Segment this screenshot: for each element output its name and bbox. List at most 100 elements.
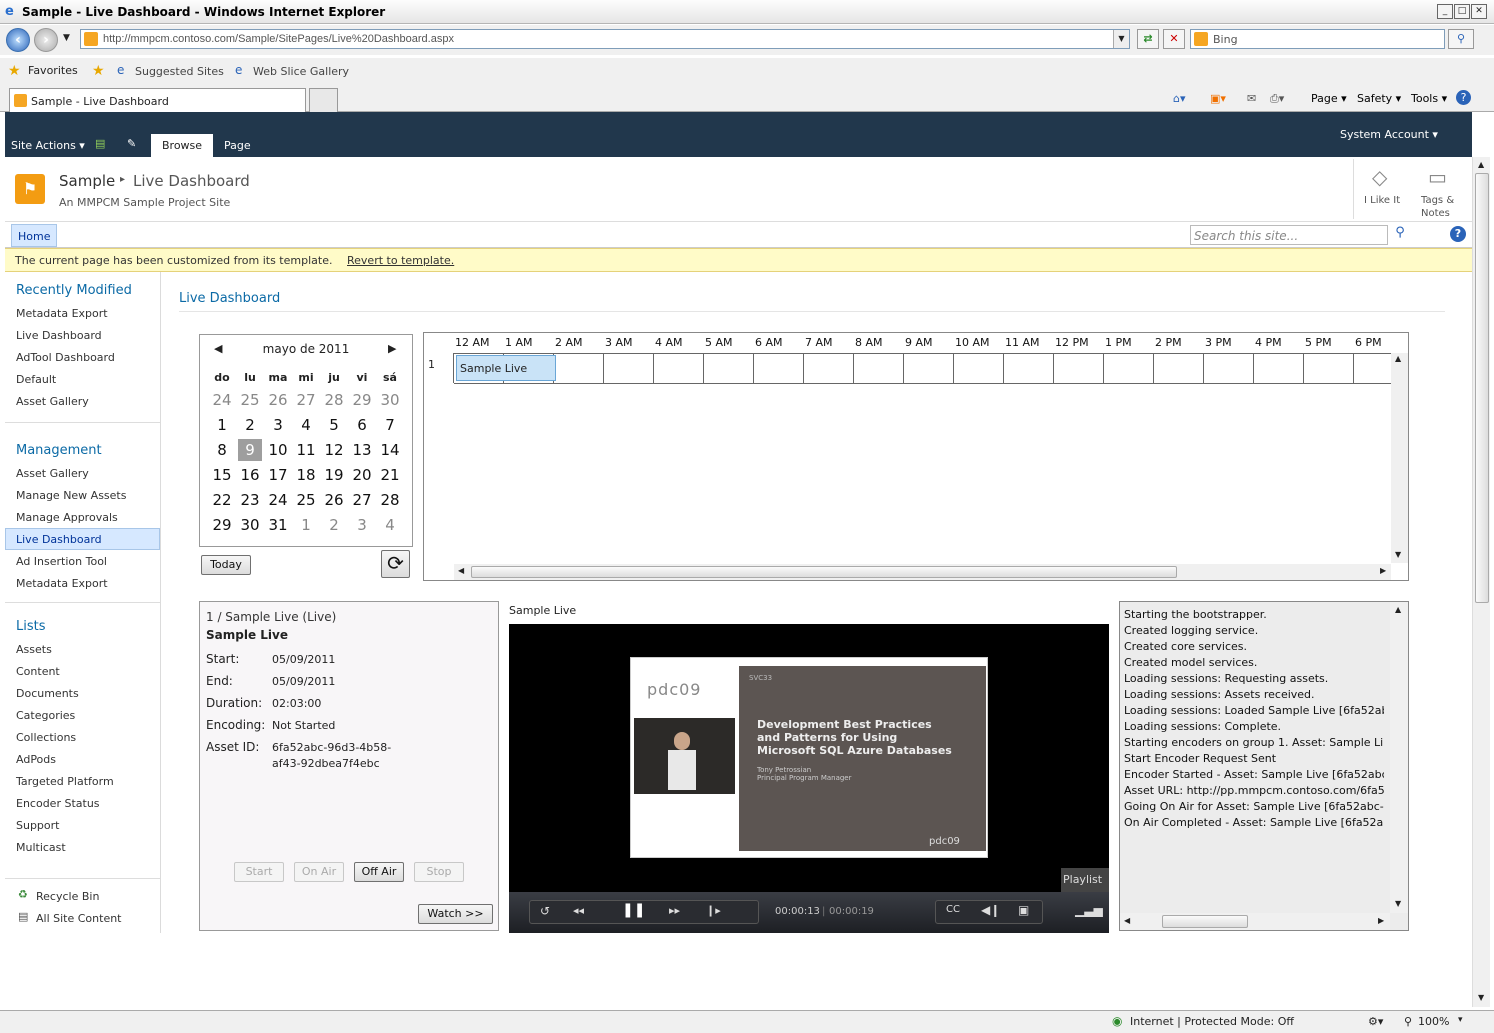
list-item-adpods[interactable]: AdPods	[16, 753, 56, 766]
timeline-cell[interactable]	[1154, 353, 1204, 383]
timeline-cell[interactable]	[804, 353, 854, 383]
nav-home[interactable]: Home	[11, 224, 58, 247]
safety-menu[interactable]: Safety ▾	[1357, 92, 1401, 105]
off-air-button[interactable]: Off Air	[354, 862, 404, 882]
lists-heading[interactable]: Lists	[16, 619, 46, 634]
tab-browse[interactable]: Browse	[151, 134, 214, 157]
edit-page-icon[interactable]: ✎	[127, 137, 136, 150]
timeline-cell[interactable]	[1104, 353, 1154, 383]
today-button[interactable]: Today	[201, 555, 251, 575]
tools-menu[interactable]: Tools ▾	[1411, 92, 1447, 105]
recent-item-metadata-export[interactable]: Metadata Export	[16, 307, 108, 320]
calendar-day[interactable]: 1	[294, 514, 318, 536]
calendar-day[interactable]: 28	[322, 389, 346, 411]
tags-label[interactable]: Tags &	[1421, 195, 1454, 206]
stop-icon[interactable]: ✕	[1163, 29, 1185, 49]
calendar-day[interactable]: 29	[350, 389, 374, 411]
history-dropdown-icon[interactable]: ▼	[63, 33, 70, 43]
calendar-day[interactable]: 17	[266, 464, 290, 486]
revert-template-link[interactable]: Revert to template.	[347, 254, 454, 267]
playlist-button[interactable]: Playlist	[1061, 868, 1109, 892]
calendar-day[interactable]: 18	[294, 464, 318, 486]
list-item-documents[interactable]: Documents	[16, 687, 79, 700]
calendar-day[interactable]: 6	[350, 414, 374, 436]
volume-icon[interactable]: ◀❙	[981, 903, 1000, 917]
stop-button[interactable]: Stop	[414, 862, 464, 882]
calendar-day[interactable]: 19	[322, 464, 346, 486]
list-item-support[interactable]: Support	[16, 819, 59, 832]
suggested-sites-link[interactable]: Suggested Sites	[135, 65, 224, 78]
mgmt-item-manage-new-assets[interactable]: Manage New Assets	[16, 489, 126, 502]
calendar-day[interactable]: 8	[210, 439, 234, 461]
calendar-day[interactable]: 30	[378, 389, 402, 411]
management-heading[interactable]: Management	[16, 443, 102, 458]
back-arrow-icon[interactable]: ‹	[6, 28, 30, 52]
log-hscroll[interactable]: ◀ ▶	[1120, 913, 1390, 930]
log-scroll-left-icon[interactable]: ◀	[1124, 916, 1130, 925]
print-icon[interactable]: ⎙▾	[1270, 92, 1284, 106]
url-input[interactable]: http://mmpcm.contoso.com/Sample/SitePage…	[80, 29, 1130, 49]
navigate-up-icon[interactable]: ▤	[95, 137, 105, 150]
video-player[interactable]: pdc09 SVC33 Development Best Practices a…	[509, 624, 1109, 933]
web-slice-gallery-link[interactable]: Web Slice Gallery	[253, 65, 349, 78]
refresh-calendar-icon[interactable]: ⟳	[381, 550, 410, 578]
calendar-day[interactable]: 16	[238, 464, 262, 486]
page-scroll-up-icon[interactable]: ▲	[1478, 160, 1484, 169]
search-icon[interactable]: ⚲	[1448, 29, 1474, 49]
minimize-button[interactable]: _	[1437, 4, 1453, 19]
calendar-day[interactable]: 26	[266, 389, 290, 411]
timeline-cell[interactable]	[1004, 353, 1054, 383]
mgmt-item-metadata-export[interactable]: Metadata Export	[16, 577, 108, 590]
zoom-level[interactable]: 100%	[1418, 1015, 1449, 1028]
recent-item-default[interactable]: Default	[16, 373, 56, 386]
next-month-icon[interactable]: ▶	[388, 342, 396, 355]
scroll-right-icon[interactable]: ▶	[1380, 566, 1386, 575]
scroll-up-icon[interactable]: ▲	[1395, 354, 1401, 363]
timeline-cell[interactable]	[854, 353, 904, 383]
mail-icon[interactable]: ✉	[1247, 92, 1256, 105]
recent-item-asset-gallery[interactable]: Asset Gallery	[16, 395, 89, 408]
timeline-cell[interactable]	[904, 353, 954, 383]
scroll-left-icon[interactable]: ◀	[458, 566, 464, 575]
list-item-content[interactable]: Content	[16, 665, 60, 678]
refresh-icon[interactable]: ⇄	[1137, 29, 1159, 49]
user-menu[interactable]: System Account ▾	[1340, 128, 1438, 141]
close-button[interactable]: ✕	[1471, 4, 1487, 19]
home-icon[interactable]: ⌂▾	[1173, 92, 1186, 105]
mgmt-item-live-dashboard[interactable]: Live Dashboard	[16, 533, 102, 546]
timeline-cell[interactable]	[704, 353, 754, 383]
tags-notes-icon[interactable]: ▭	[1428, 165, 1447, 189]
mgmt-item-asset-gallery[interactable]: Asset Gallery	[16, 467, 89, 480]
calendar-day[interactable]: 28	[378, 489, 402, 511]
list-item-multicast[interactable]: Multicast	[16, 841, 66, 854]
favorites-button[interactable]: Favorites	[28, 64, 78, 77]
timeline-cell[interactable]	[604, 353, 654, 383]
rewind-icon[interactable]: ◂◂	[573, 904, 584, 917]
calendar-day[interactable]: 1	[210, 414, 234, 436]
calendar-day[interactable]: 10	[266, 439, 290, 461]
calendar-day[interactable]: 20	[350, 464, 374, 486]
tab-page[interactable]: Page	[213, 134, 262, 157]
calendar-day[interactable]: 4	[378, 514, 402, 536]
recently-modified-heading[interactable]: Recently Modified	[16, 283, 132, 298]
calendar-day[interactable]: 22	[210, 489, 234, 511]
calendar-day[interactable]: 15	[210, 464, 234, 486]
timeline-cell[interactable]	[1254, 353, 1304, 383]
timeline-cell[interactable]	[954, 353, 1004, 383]
forward-arrow-icon[interactable]: ›	[34, 28, 58, 52]
timeline-cell[interactable]	[554, 353, 604, 383]
recent-item-live-dashboard[interactable]: Live Dashboard	[16, 329, 102, 342]
start-button[interactable]: Start	[234, 862, 284, 882]
calendar-day[interactable]: 30	[238, 514, 262, 536]
scroll-down-icon[interactable]: ▼	[1395, 550, 1401, 559]
new-tab-button[interactable]	[309, 88, 338, 112]
mgmt-item-ad-insertion-tool[interactable]: Ad Insertion Tool	[16, 555, 107, 568]
fullscreen-icon[interactable]: ▣	[1018, 903, 1029, 917]
maximize-button[interactable]: □	[1454, 4, 1470, 19]
fast-forward-icon[interactable]: ▸▸	[669, 904, 680, 917]
calendar-day[interactable]: 23	[238, 489, 262, 511]
calendar-day[interactable]: 27	[294, 389, 318, 411]
page-scroll-thumb[interactable]	[1475, 173, 1489, 603]
log-scroll-up-icon[interactable]: ▲	[1395, 605, 1401, 614]
i-like-it-label[interactable]: I Like It	[1364, 195, 1400, 206]
